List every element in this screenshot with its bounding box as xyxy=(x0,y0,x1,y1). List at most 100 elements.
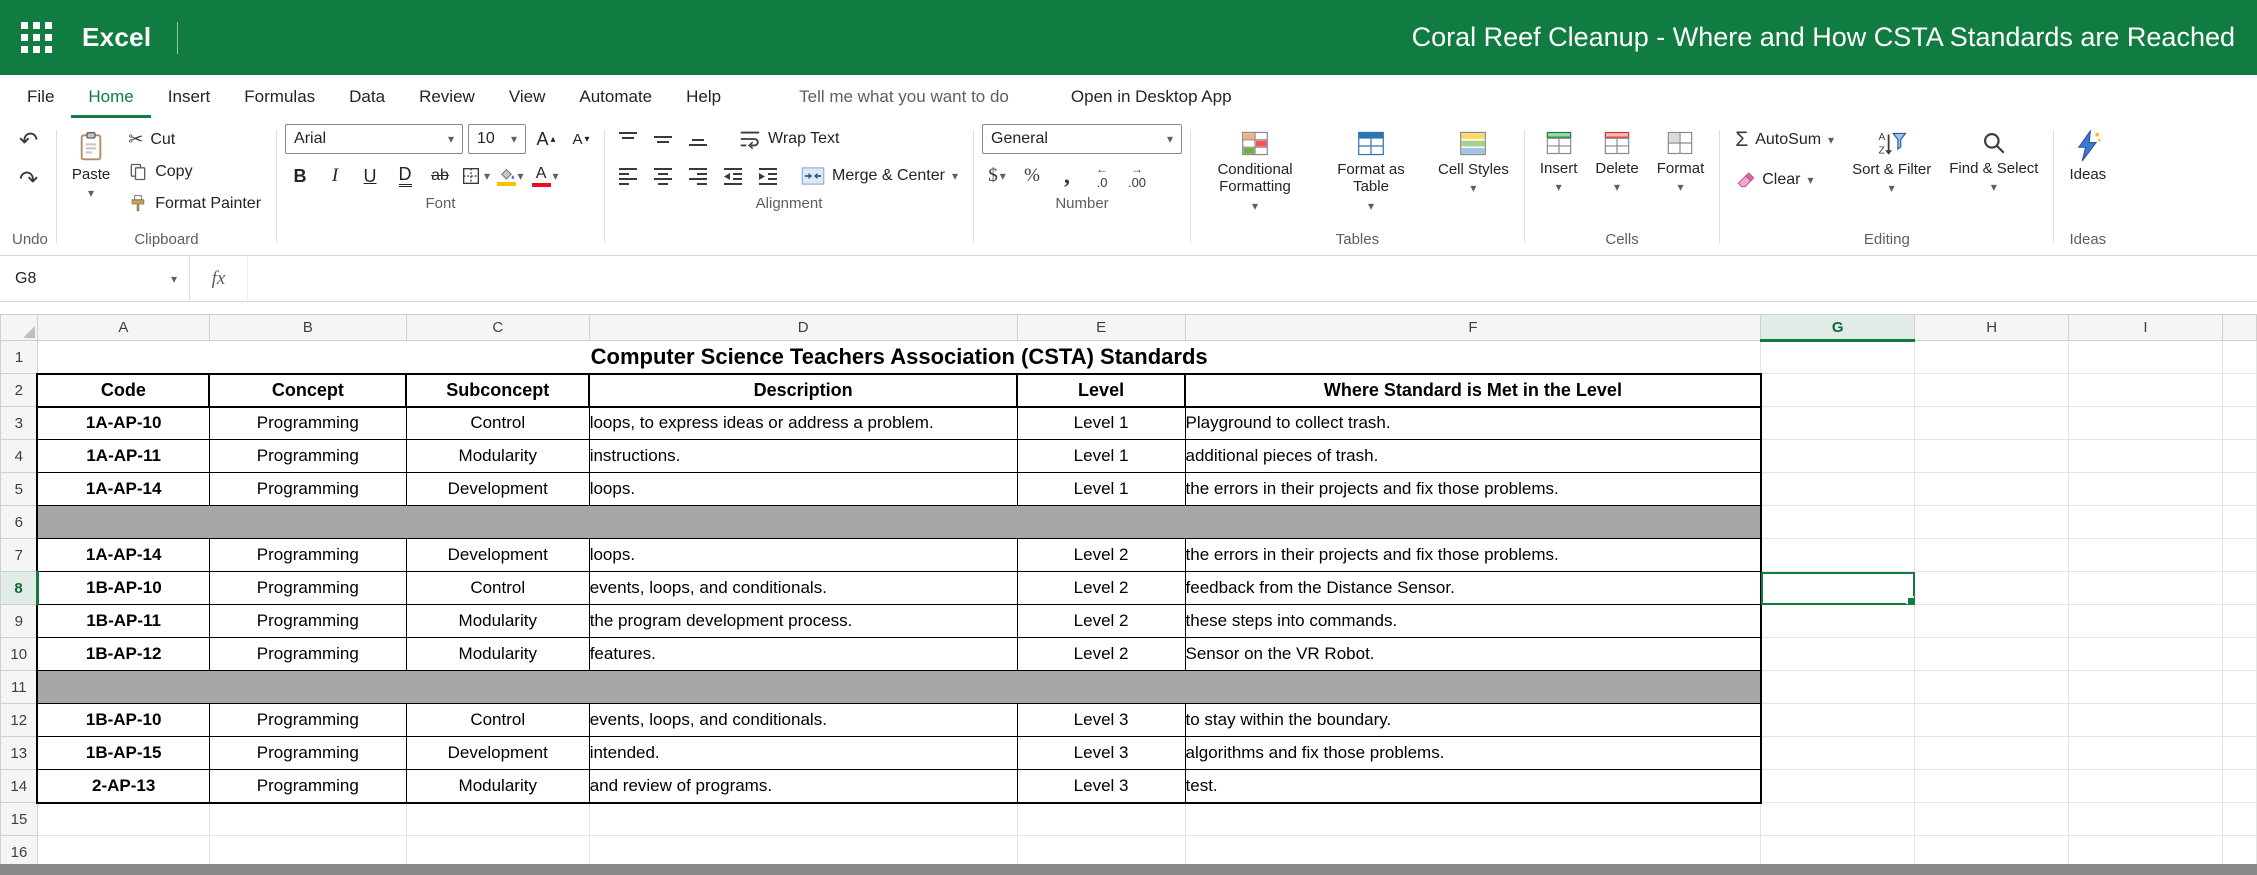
cell-G13[interactable] xyxy=(1761,737,1915,770)
cell-G2[interactable] xyxy=(1761,374,1915,407)
italic-button[interactable]: I xyxy=(320,161,350,191)
cell-G10[interactable] xyxy=(1761,638,1915,671)
cell-B13[interactable]: Programming xyxy=(209,737,406,770)
cell-I14[interactable] xyxy=(2069,770,2223,803)
cell-H7[interactable] xyxy=(1915,539,2069,572)
cell-overflow-1[interactable] xyxy=(2222,341,2256,374)
cell-A7[interactable]: 1A-AP-14 xyxy=(37,539,209,572)
cell-F15[interactable] xyxy=(1185,803,1761,836)
cell-E10[interactable]: Level 2 xyxy=(1017,638,1185,671)
ideas-button[interactable]: Ideas xyxy=(2062,124,2113,185)
cell-G5[interactable] xyxy=(1761,473,1915,506)
paste-button[interactable]: Paste ▾ xyxy=(65,124,117,201)
comma-style-button[interactable]: , xyxy=(1052,161,1082,191)
cell-E13[interactable]: Level 3 xyxy=(1017,737,1185,770)
cell-D12[interactable]: events, loops, and conditionals. xyxy=(589,704,1017,737)
cell-H13[interactable] xyxy=(1915,737,2069,770)
row-header-12[interactable]: 12 xyxy=(1,704,38,737)
cell-I1[interactable] xyxy=(2069,341,2223,374)
decrease-decimal-button[interactable]: →.00 xyxy=(1122,161,1152,191)
cell-I11[interactable] xyxy=(2069,671,2223,704)
cell-F10[interactable]: Sensor on the VR Robot. xyxy=(1185,638,1761,671)
cell-B8[interactable]: Programming xyxy=(209,572,406,605)
table-header-C2[interactable]: Subconcept xyxy=(406,374,589,407)
cell-B9[interactable]: Programming xyxy=(209,605,406,638)
cell-C16[interactable] xyxy=(406,836,589,865)
cell-I7[interactable] xyxy=(2069,539,2223,572)
cell-H11[interactable] xyxy=(1915,671,2069,704)
insert-function-button[interactable]: fx xyxy=(190,256,248,301)
row-header-7[interactable]: 7 xyxy=(1,539,38,572)
row-header-10[interactable]: 10 xyxy=(1,638,38,671)
cell-B10[interactable]: Programming xyxy=(209,638,406,671)
table-header-D2[interactable]: Description xyxy=(589,374,1017,407)
cell-C3[interactable]: Control xyxy=(406,407,589,440)
cell-G7[interactable] xyxy=(1761,539,1915,572)
format-painter-button[interactable]: Format Painter xyxy=(121,189,268,219)
font-color-button[interactable]: A ▾ xyxy=(530,161,560,191)
cell-overflow-14[interactable] xyxy=(2222,770,2256,803)
cell-C10[interactable]: Modularity xyxy=(406,638,589,671)
cell-A9[interactable]: 1B-AP-11 xyxy=(37,605,209,638)
align-middle-button[interactable] xyxy=(648,124,678,154)
cell-A8[interactable]: 1B-AP-10 xyxy=(37,572,209,605)
cell-C5[interactable]: Development xyxy=(406,473,589,506)
cell-I2[interactable] xyxy=(2069,374,2223,407)
col-header-I[interactable]: I xyxy=(2069,315,2223,341)
cell-A13[interactable]: 1B-AP-15 xyxy=(37,737,209,770)
format-as-table-button[interactable]: Format as Table ▾ xyxy=(1315,124,1427,214)
cell-I15[interactable] xyxy=(2069,803,2223,836)
cell-E8[interactable]: Level 2 xyxy=(1017,572,1185,605)
cell-B12[interactable]: Programming xyxy=(209,704,406,737)
cell-A5[interactable]: 1A-AP-14 xyxy=(37,473,209,506)
cell-overflow-12[interactable] xyxy=(2222,704,2256,737)
cell-B16[interactable] xyxy=(209,836,406,865)
cell-E14[interactable]: Level 3 xyxy=(1017,770,1185,803)
merge-center-button[interactable]: Merge & Center ▾ xyxy=(794,162,965,190)
cell-H5[interactable] xyxy=(1915,473,2069,506)
menu-tab-home[interactable]: Home xyxy=(71,75,150,118)
cell-D10[interactable]: features. xyxy=(589,638,1017,671)
cell-D16[interactable] xyxy=(589,836,1017,865)
col-header-G[interactable]: G xyxy=(1761,315,1915,341)
cell-D15[interactable] xyxy=(589,803,1017,836)
row-header-14[interactable]: 14 xyxy=(1,770,38,803)
tell-me-box[interactable]: Tell me what you want to do xyxy=(782,75,1026,118)
row-header-16[interactable]: 16 xyxy=(1,836,38,865)
row-header-2[interactable]: 2 xyxy=(1,374,38,407)
cell-I9[interactable] xyxy=(2069,605,2223,638)
cell-F7[interactable]: the errors in their projects and fix tho… xyxy=(1185,539,1761,572)
col-header-D[interactable]: D xyxy=(589,315,1017,341)
cell-F9[interactable]: these steps into commands. xyxy=(1185,605,1761,638)
cell-G11[interactable] xyxy=(1761,671,1915,704)
align-right-button[interactable] xyxy=(683,161,713,191)
cell-overflow-8[interactable] xyxy=(2222,572,2256,605)
wrap-text-button[interactable]: Wrap Text xyxy=(732,124,846,154)
cell-B14[interactable]: Programming xyxy=(209,770,406,803)
cell-F4[interactable]: additional pieces of trash. xyxy=(1185,440,1761,473)
cell-D5[interactable]: loops. xyxy=(589,473,1017,506)
cell-F5[interactable]: the errors in their projects and fix tho… xyxy=(1185,473,1761,506)
table-header-A2[interactable]: Code xyxy=(37,374,209,407)
select-all-corner[interactable] xyxy=(1,315,38,341)
cell-H6[interactable] xyxy=(1915,506,2069,539)
cell-H4[interactable] xyxy=(1915,440,2069,473)
font-family-select[interactable]: Arial ▾ xyxy=(285,124,463,154)
cell-overflow-7[interactable] xyxy=(2222,539,2256,572)
sheet-title-cell[interactable]: Computer Science Teachers Association (C… xyxy=(37,341,1760,374)
col-header-overflow[interactable] xyxy=(2222,315,2256,341)
cell-F12[interactable]: to stay within the boundary. xyxy=(1185,704,1761,737)
cell-B15[interactable] xyxy=(209,803,406,836)
cell-G8[interactable] xyxy=(1761,572,1915,605)
cell-G1[interactable] xyxy=(1761,341,1915,374)
cell-B7[interactable]: Programming xyxy=(209,539,406,572)
cut-button[interactable]: ✂ Cut xyxy=(121,124,268,155)
cell-A10[interactable]: 1B-AP-12 xyxy=(37,638,209,671)
col-header-A[interactable]: A xyxy=(37,315,209,341)
cell-F16[interactable] xyxy=(1185,836,1761,865)
undo-button[interactable]: ↶ xyxy=(12,124,45,157)
borders-button[interactable]: ▾ xyxy=(460,161,490,191)
cell-C13[interactable]: Development xyxy=(406,737,589,770)
delete-cells-button[interactable]: Delete ▾ xyxy=(1588,124,1645,195)
cell-A3[interactable]: 1A-AP-10 xyxy=(37,407,209,440)
